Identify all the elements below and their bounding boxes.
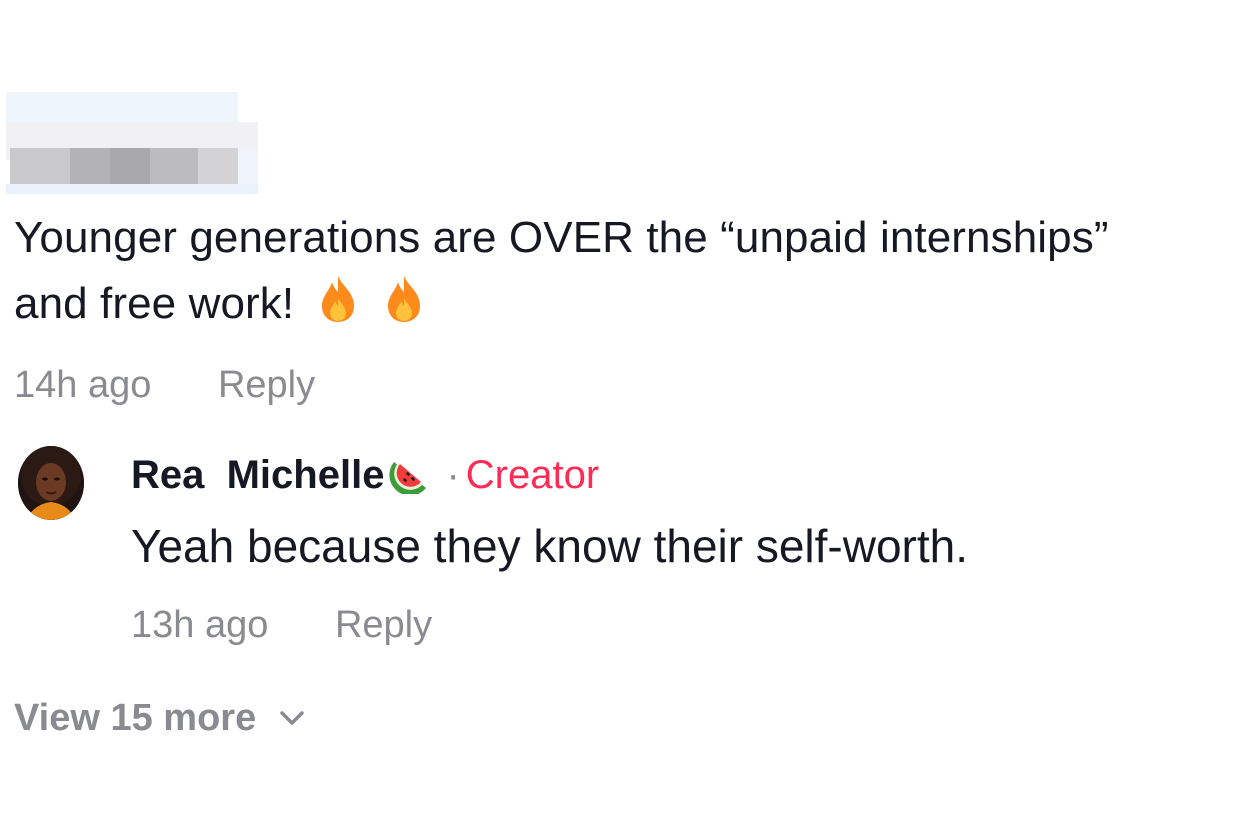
reply-header: Rea Michelle · Creator — [131, 450, 599, 500]
view-more-label: View 15 more — [14, 697, 257, 739]
comment-text: Younger generations are OVER the “unpaid… — [14, 205, 1114, 337]
view-more-replies-button[interactable]: View 15 more — [14, 692, 306, 742]
watermelon-icon — [388, 454, 432, 496]
comment-body: Younger generations are OVER the “unpaid… — [14, 213, 1109, 328]
reply-meta: 13h ago Reply — [131, 602, 432, 648]
creator-separator: · — [446, 453, 460, 497]
creator-badge: Creator — [465, 453, 600, 497]
avatar[interactable] — [18, 446, 84, 520]
reply-reply-button[interactable]: Reply — [335, 604, 432, 646]
reply-author-name[interactable]: Rea Michelle — [131, 453, 384, 497]
reply-timestamp: 13h ago — [131, 604, 269, 646]
fire-icon — [382, 274, 426, 324]
comment-reply-button[interactable]: Reply — [218, 364, 315, 406]
fire-icon — [316, 274, 360, 324]
redacted-username — [6, 92, 258, 196]
comment-timestamp: 14h ago — [14, 364, 152, 406]
chevron-down-icon — [278, 692, 306, 725]
reply-text: Yeah because they know their self-worth. — [131, 520, 969, 572]
comment-meta: 14h ago Reply — [14, 362, 315, 408]
